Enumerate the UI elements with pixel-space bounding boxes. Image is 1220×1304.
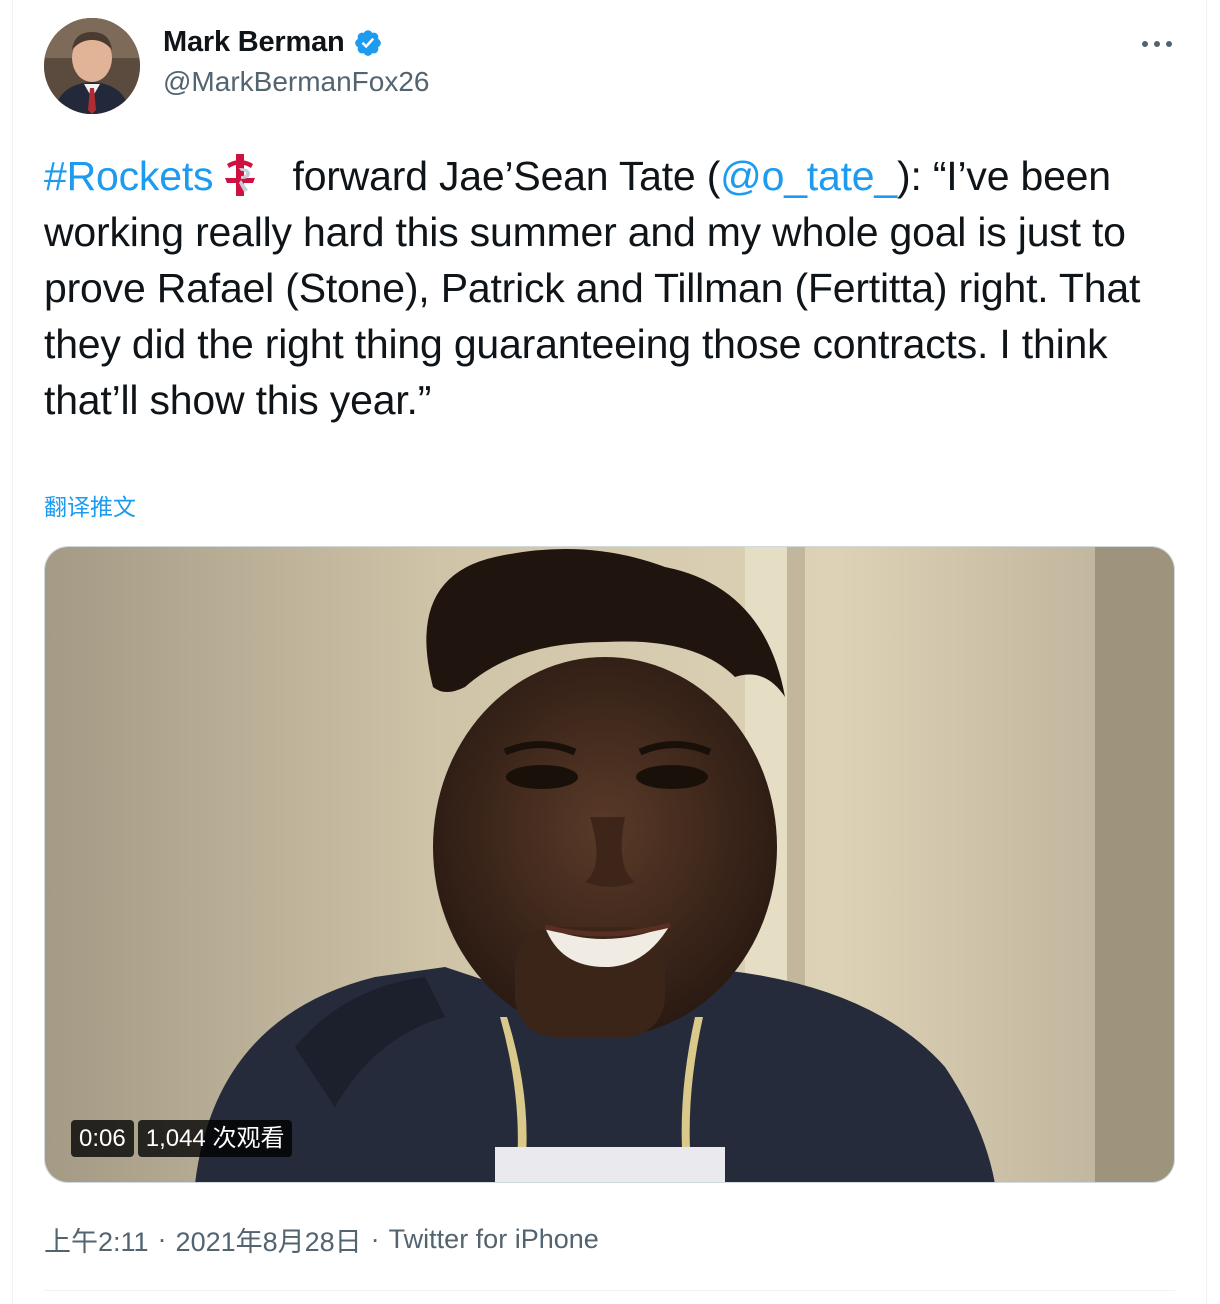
verified-badge-icon [353,28,383,58]
rockets-logo-icon [217,152,263,198]
video-badges: 0:06 1,044 次观看 [71,1120,293,1157]
author-handle[interactable]: @MarkBermanFox26 [163,66,430,98]
meta-separator: · [370,1224,380,1254]
tweet-date[interactable]: 2021年8月28日 [176,1220,362,1259]
mention-link[interactable]: @o_tate_ [720,153,897,199]
video-duration-badge: 0:06 [71,1120,134,1157]
video-thumbnail [45,547,1174,1182]
meta-separator: · [157,1224,167,1254]
author-display-name[interactable]: Mark Berman [163,26,345,59]
author-name-row[interactable]: Mark Berman [163,26,383,59]
video-views-badge: 1,044 次观看 [137,1120,293,1157]
author-avatar[interactable] [44,18,140,114]
more-options-button[interactable] [1136,26,1178,62]
tweet-text-part1: forward Jae’Sean Tate ( [281,153,721,199]
translate-tweet-link[interactable]: 翻译推文 [44,488,136,522]
video-player[interactable]: 0:06 1,044 次观看 [44,546,1175,1183]
divider [44,1290,1175,1291]
tweet-text: #Rockets forward Jae’Sean Tate (@o_tate_… [44,148,1184,428]
more-dots-icon [1142,41,1172,47]
tweet-source[interactable]: Twitter for iPhone [389,1224,599,1255]
tweet-metadata: 上午2:11 · 2021年8月28日 · Twitter for iPhone [44,1220,599,1259]
hashtag-link[interactable]: #Rockets [44,153,214,199]
tweet-time[interactable]: 上午2:11 [44,1220,149,1259]
